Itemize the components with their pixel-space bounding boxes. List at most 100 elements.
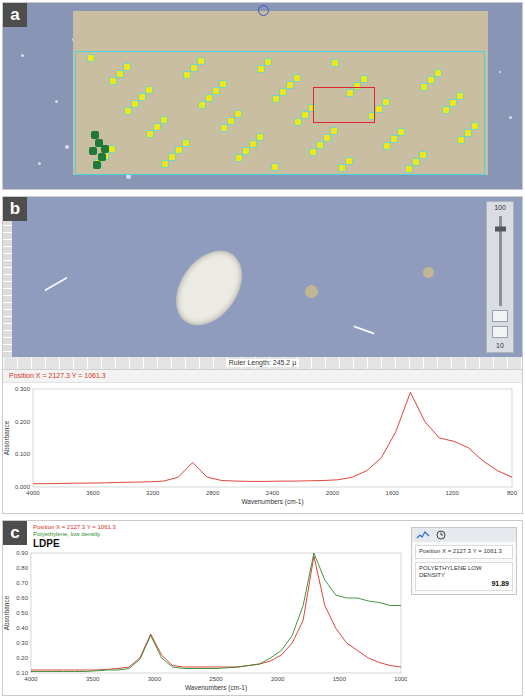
- particle-marker[interactable]: [184, 72, 190, 78]
- particle-marker[interactable]: [146, 87, 152, 93]
- particle-marker[interactable]: [458, 137, 464, 143]
- y-axis-title: Absorbance: [3, 595, 10, 630]
- particle-marker[interactable]: [376, 106, 382, 112]
- particle-marker[interactable]: [213, 88, 219, 94]
- fiber: [353, 325, 374, 334]
- particle-marker[interactable]: [324, 135, 330, 141]
- particle-marker[interactable]: [162, 161, 168, 167]
- particle-marker[interactable]: [98, 153, 106, 161]
- particle-marker[interactable]: [443, 107, 449, 113]
- particle-marker[interactable]: [110, 78, 116, 84]
- x-tick: 800: [507, 490, 518, 496]
- particle-marker[interactable]: [191, 65, 197, 71]
- particle-marker[interactable]: [124, 64, 130, 70]
- particle-marker[interactable]: [109, 146, 115, 152]
- particle-marker[interactable]: [346, 158, 352, 164]
- particle-marker[interactable]: [420, 152, 426, 158]
- particle-marker[interactable]: [295, 119, 301, 125]
- legend-item: Polyethylene, low density: [33, 531, 407, 538]
- particle-marker[interactable]: [147, 131, 153, 137]
- particle-marker[interactable]: [132, 101, 138, 107]
- particle[interactable]: [163, 238, 256, 337]
- particle-marker[interactable]: [398, 129, 404, 135]
- particle-marker[interactable]: [258, 66, 264, 72]
- y-tick: 0.70: [16, 580, 28, 586]
- particle-marker[interactable]: [89, 147, 97, 155]
- particle-marker[interactable]: [302, 112, 308, 118]
- particle-marker[interactable]: [161, 117, 167, 123]
- particle-marker[interactable]: [91, 131, 99, 139]
- particle-marker[interactable]: [331, 128, 337, 134]
- particle-marker[interactable]: [339, 165, 345, 171]
- match-entry[interactable]: Position X = 2127.3 Y = 1061.3: [415, 545, 513, 559]
- zoom-handle[interactable]: [495, 227, 506, 232]
- particle-marker[interactable]: [361, 76, 367, 82]
- particle-marker[interactable]: [183, 140, 189, 146]
- particle-marker[interactable]: [265, 59, 271, 65]
- particle-marker[interactable]: [176, 147, 182, 153]
- particle-marker[interactable]: [332, 60, 338, 66]
- match-entry[interactable]: POLYETHYLENE LOW DENSITY 91.89: [415, 562, 513, 591]
- particle-marker[interactable]: [421, 84, 427, 90]
- particle-marker[interactable]: [457, 93, 463, 99]
- particle-marker[interactable]: [309, 105, 315, 111]
- particle-marker[interactable]: [383, 99, 389, 105]
- x-tick: 2000: [326, 490, 340, 496]
- panel-a: a: [2, 2, 523, 190]
- particle-marker[interactable]: [154, 124, 160, 130]
- particle-marker[interactable]: [243, 148, 249, 154]
- spectrum-icon[interactable]: [416, 530, 430, 540]
- particle-marker[interactable]: [347, 90, 353, 96]
- spectrum-header: Position X = 2127.3 Y = 1061.3: [3, 369, 522, 383]
- particle-marker[interactable]: [236, 155, 242, 161]
- particle-marker[interactable]: [117, 71, 123, 77]
- particle-marker[interactable]: [280, 89, 286, 95]
- particle-marker[interactable]: [198, 58, 204, 64]
- particle-marker[interactable]: [199, 102, 205, 108]
- zoom-max: 100: [494, 204, 506, 212]
- particle-marker[interactable]: [220, 81, 226, 87]
- particle-marker[interactable]: [435, 70, 441, 76]
- legend: Position X = 2127.3 Y = 1061.3Polyethyle…: [3, 521, 407, 547]
- particle-marker[interactable]: [317, 142, 323, 148]
- particle-marker[interactable]: [406, 166, 412, 172]
- particle-marker[interactable]: [93, 161, 101, 169]
- particle-marker[interactable]: [235, 111, 241, 117]
- particle-marker[interactable]: [139, 94, 145, 100]
- particle-marker[interactable]: [472, 123, 478, 129]
- match-name: Position X = 2127.3 Y = 1061.3: [419, 548, 509, 556]
- particle-marker[interactable]: [273, 96, 279, 102]
- particle-marker[interactable]: [228, 118, 234, 124]
- image-icon[interactable]: [492, 326, 508, 338]
- particle-marker[interactable]: [101, 145, 109, 153]
- particle-marker[interactable]: [384, 143, 390, 149]
- x-tick: 2500: [209, 676, 223, 682]
- clock-icon[interactable]: [436, 530, 446, 540]
- horizontal-ruler: Ruler Length: 245.2 µ: [3, 357, 522, 369]
- particle-marker[interactable]: [88, 55, 94, 61]
- ruler-icon[interactable]: [492, 310, 508, 322]
- particle-marker[interactable]: [287, 82, 293, 88]
- particle-marker[interactable]: [310, 149, 316, 155]
- spectrum-line: [33, 392, 512, 483]
- zoom-control: 100 10: [486, 201, 514, 353]
- particle-marker[interactable]: [272, 164, 278, 170]
- particle-marker[interactable]: [465, 130, 471, 136]
- zoom-slider[interactable]: [499, 216, 502, 307]
- x-tick: 3500: [86, 676, 100, 682]
- particle-marker[interactable]: [391, 136, 397, 142]
- particle-marker[interactable]: [294, 75, 300, 81]
- particle-marker[interactable]: [250, 141, 256, 147]
- particle-marker[interactable]: [428, 77, 434, 83]
- x-tick: 2000: [271, 676, 285, 682]
- x-tick: 3600: [86, 490, 100, 496]
- particle-marker[interactable]: [450, 100, 456, 106]
- particle-marker[interactable]: [221, 125, 227, 131]
- particle-marker[interactable]: [257, 134, 263, 140]
- particle-marker[interactable]: [169, 154, 175, 160]
- particle-marker[interactable]: [125, 108, 131, 114]
- particle-marker[interactable]: [354, 83, 360, 89]
- selection-box[interactable]: [313, 87, 375, 123]
- particle-marker[interactable]: [413, 159, 419, 165]
- particle-marker[interactable]: [206, 95, 212, 101]
